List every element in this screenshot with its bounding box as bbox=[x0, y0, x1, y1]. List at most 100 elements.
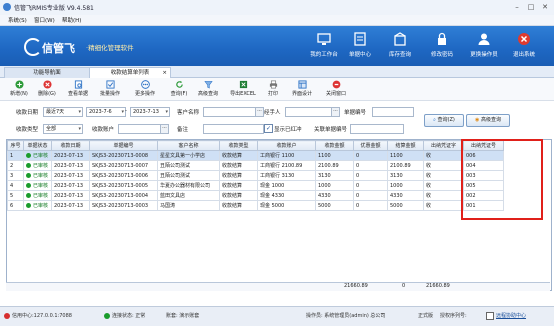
nav-exit-system[interactable]: 退出系统 bbox=[504, 30, 544, 64]
app-icon bbox=[3, 3, 11, 11]
cell-date: 2023-07-13 bbox=[51, 160, 90, 171]
delete-button[interactable]: 删除(G) bbox=[34, 80, 60, 100]
col-customer[interactable]: 客户名称 bbox=[157, 140, 220, 151]
maximize-button[interactable]: □ bbox=[524, 2, 538, 12]
status-center: 信用中心:127.0.0.1:7088 bbox=[12, 313, 72, 319]
table-row[interactable]: 5 已审核 2023-07-13 SKJS3-20230713-0004 蓝田文具店 收款… bbox=[7, 190, 504, 201]
cell-amount: 3130 bbox=[315, 170, 354, 181]
document-icon bbox=[354, 32, 366, 46]
col-account[interactable]: 收款账户 bbox=[257, 140, 316, 151]
cell-discount: 0 bbox=[353, 170, 388, 181]
tab-close-icon[interactable]: × bbox=[162, 68, 167, 78]
type-select[interactable]: 全部 bbox=[43, 124, 83, 134]
date-range-select[interactable]: 最近7天 bbox=[43, 107, 83, 117]
advanced-query-submit-label: 高级查询 bbox=[480, 117, 501, 123]
related-doc-input[interactable] bbox=[350, 124, 404, 134]
account-input[interactable] bbox=[118, 124, 162, 134]
nav-label: 单据中心 bbox=[348, 52, 371, 58]
refresh-icon bbox=[175, 80, 183, 88]
date-label: 收款日期 bbox=[16, 110, 39, 116]
customer-picker-button[interactable]: ··· bbox=[255, 107, 264, 117]
advanced-query-submit-button[interactable]: ◉ 高级查询 bbox=[466, 114, 510, 127]
remote-help-link[interactable]: 远程协助中心 bbox=[496, 312, 526, 319]
type-value: 全部 bbox=[46, 126, 57, 132]
nav-document-center[interactable]: 单据中心 bbox=[340, 30, 380, 64]
nav-switch-operator[interactable]: 更换操作员 bbox=[464, 30, 504, 64]
batch-operation-button[interactable]: 批量操作 bbox=[96, 80, 124, 100]
table-row[interactable]: 3 已审核 2023-07-13 SKJS3-20230713-0006 丑陌公司测试收… bbox=[7, 170, 504, 181]
help-checkbox[interactable] bbox=[486, 312, 494, 320]
doc-no-input[interactable] bbox=[372, 107, 414, 117]
table-row[interactable]: 4 已审核 2023-07-13 SKJS3-20230713-0005 华夏办公器材有… bbox=[7, 180, 504, 191]
col-doc-no[interactable]: 单据编号 bbox=[89, 140, 158, 151]
col-settled[interactable]: 结算金额 bbox=[387, 140, 424, 151]
print-icon bbox=[269, 80, 277, 89]
col-date[interactable]: 收款日期 bbox=[51, 140, 90, 151]
advanced-query-button[interactable]: 高级查询 bbox=[194, 80, 222, 100]
customer-input[interactable] bbox=[203, 107, 257, 117]
ui-design-button[interactable]: 界面设计 bbox=[288, 80, 316, 100]
nav-stock-query[interactable]: 库存查询 bbox=[380, 30, 420, 64]
cell-date: 2023-07-13 bbox=[51, 190, 90, 201]
nav-label: 修改密码 bbox=[430, 52, 453, 58]
search-icon: ⌕ bbox=[433, 117, 436, 123]
handler-picker-button[interactable]: ··· bbox=[331, 107, 340, 117]
nav-workbench[interactable]: 我的工作台 bbox=[304, 30, 344, 64]
cell-seq: 6 bbox=[7, 200, 24, 211]
close-window-tool-button[interactable]: 关闭窗口 bbox=[322, 80, 350, 100]
col-status[interactable]: 单据状态 bbox=[23, 140, 52, 151]
tab-receipt-list[interactable]: 收款结算单列表 × bbox=[89, 67, 171, 78]
date-to-value: 2023-7-13 bbox=[133, 109, 159, 115]
query-button[interactable]: 查询(F) bbox=[166, 80, 192, 100]
col-discount[interactable]: 优惠金额 bbox=[353, 140, 388, 151]
menu-system[interactable]: 系统(S) bbox=[8, 16, 27, 24]
account-picker-button[interactable]: ··· bbox=[160, 124, 169, 134]
menu-window[interactable]: 窗口(W) bbox=[34, 16, 55, 24]
logo-text: 信管飞 bbox=[42, 42, 75, 55]
excel-icon bbox=[239, 80, 247, 89]
cell-date: 2023-07-13 bbox=[51, 180, 90, 191]
table-row[interactable]: 2 已审核 2023-07-13 SKJS3-20230713-0007 丑陌公司测试收… bbox=[7, 160, 504, 171]
show-offset-label: 显示已红冲 bbox=[274, 127, 302, 133]
receipt-table: 序号 单据状态 收款日期 单据编号 客户名称 收款类型 收款账户 收款金额 优惠… bbox=[7, 140, 504, 211]
cell-status: 已审核 bbox=[23, 160, 52, 171]
cell-customer: 蓝田文具店 bbox=[157, 190, 220, 201]
window-title: 信管飞RMIS专业版 V9.4.581 bbox=[14, 5, 94, 12]
cell-customer: 丑陌公司测试 bbox=[157, 170, 220, 181]
col-type[interactable]: 收款类型 bbox=[219, 140, 258, 151]
cell-customer: 星星文具第一小学店 bbox=[157, 150, 220, 161]
cell-settled: 1100 bbox=[387, 150, 424, 161]
add-button[interactable]: 新增(N) bbox=[6, 80, 32, 100]
query-submit-button[interactable]: ⌕ 查询(Z) bbox=[424, 114, 464, 127]
date-from-field[interactable]: 2023-7-6 bbox=[86, 107, 126, 117]
remark-input[interactable] bbox=[203, 124, 264, 134]
close-window-button[interactable]: ✕ bbox=[538, 2, 552, 12]
menu-bar: 系统(S) 窗口(W) 帮助(H) bbox=[0, 15, 554, 26]
export-excel-button[interactable]: 导出EXCEL bbox=[228, 80, 258, 100]
table-row[interactable]: 1 已审核 2023-07-13 SKJS3-20230713-0008 星星文具第一小… bbox=[7, 150, 504, 161]
print-button[interactable]: 打印 bbox=[262, 80, 284, 100]
cell-account: 现金 1000 bbox=[257, 180, 316, 191]
show-offset-checkbox[interactable]: ✓ bbox=[264, 124, 273, 133]
more-operations-button[interactable]: 更多操作 bbox=[128, 80, 162, 100]
col-seq[interactable]: 序号 bbox=[7, 140, 24, 151]
remark-label: 备注 bbox=[177, 127, 189, 133]
exit-icon bbox=[332, 80, 340, 89]
cell-type: 收款结算 bbox=[219, 160, 258, 171]
cell-settled: 1000 bbox=[387, 180, 424, 191]
cell-customer: 华夏办公器材有限公司 bbox=[157, 180, 220, 191]
table-row[interactable]: 6 已审核 2023-07-13 SKJS3-20230713-0003 马国涛 收款结算… bbox=[7, 200, 504, 211]
tab-strip: 功能导航面 收款结算单列表 × bbox=[0, 66, 554, 78]
cell-seq: 5 bbox=[7, 190, 24, 201]
col-amount[interactable]: 收款金额 bbox=[315, 140, 354, 151]
menu-help[interactable]: 帮助(H) bbox=[62, 16, 81, 24]
handler-input[interactable] bbox=[285, 107, 333, 117]
nav-change-password[interactable]: 修改密码 bbox=[422, 30, 462, 64]
cell-voucher-word: 收 bbox=[423, 190, 464, 201]
tab-function-nav[interactable]: 功能导航面 bbox=[4, 67, 90, 78]
connection-icon bbox=[104, 313, 110, 319]
minimize-button[interactable]: – bbox=[510, 2, 524, 12]
date-to-field[interactable]: 2023-7-13 bbox=[130, 107, 170, 117]
view-document-button[interactable]: 查看单据 bbox=[64, 80, 92, 100]
col-voucher-word[interactable]: 出纳凭证字 bbox=[423, 140, 464, 151]
